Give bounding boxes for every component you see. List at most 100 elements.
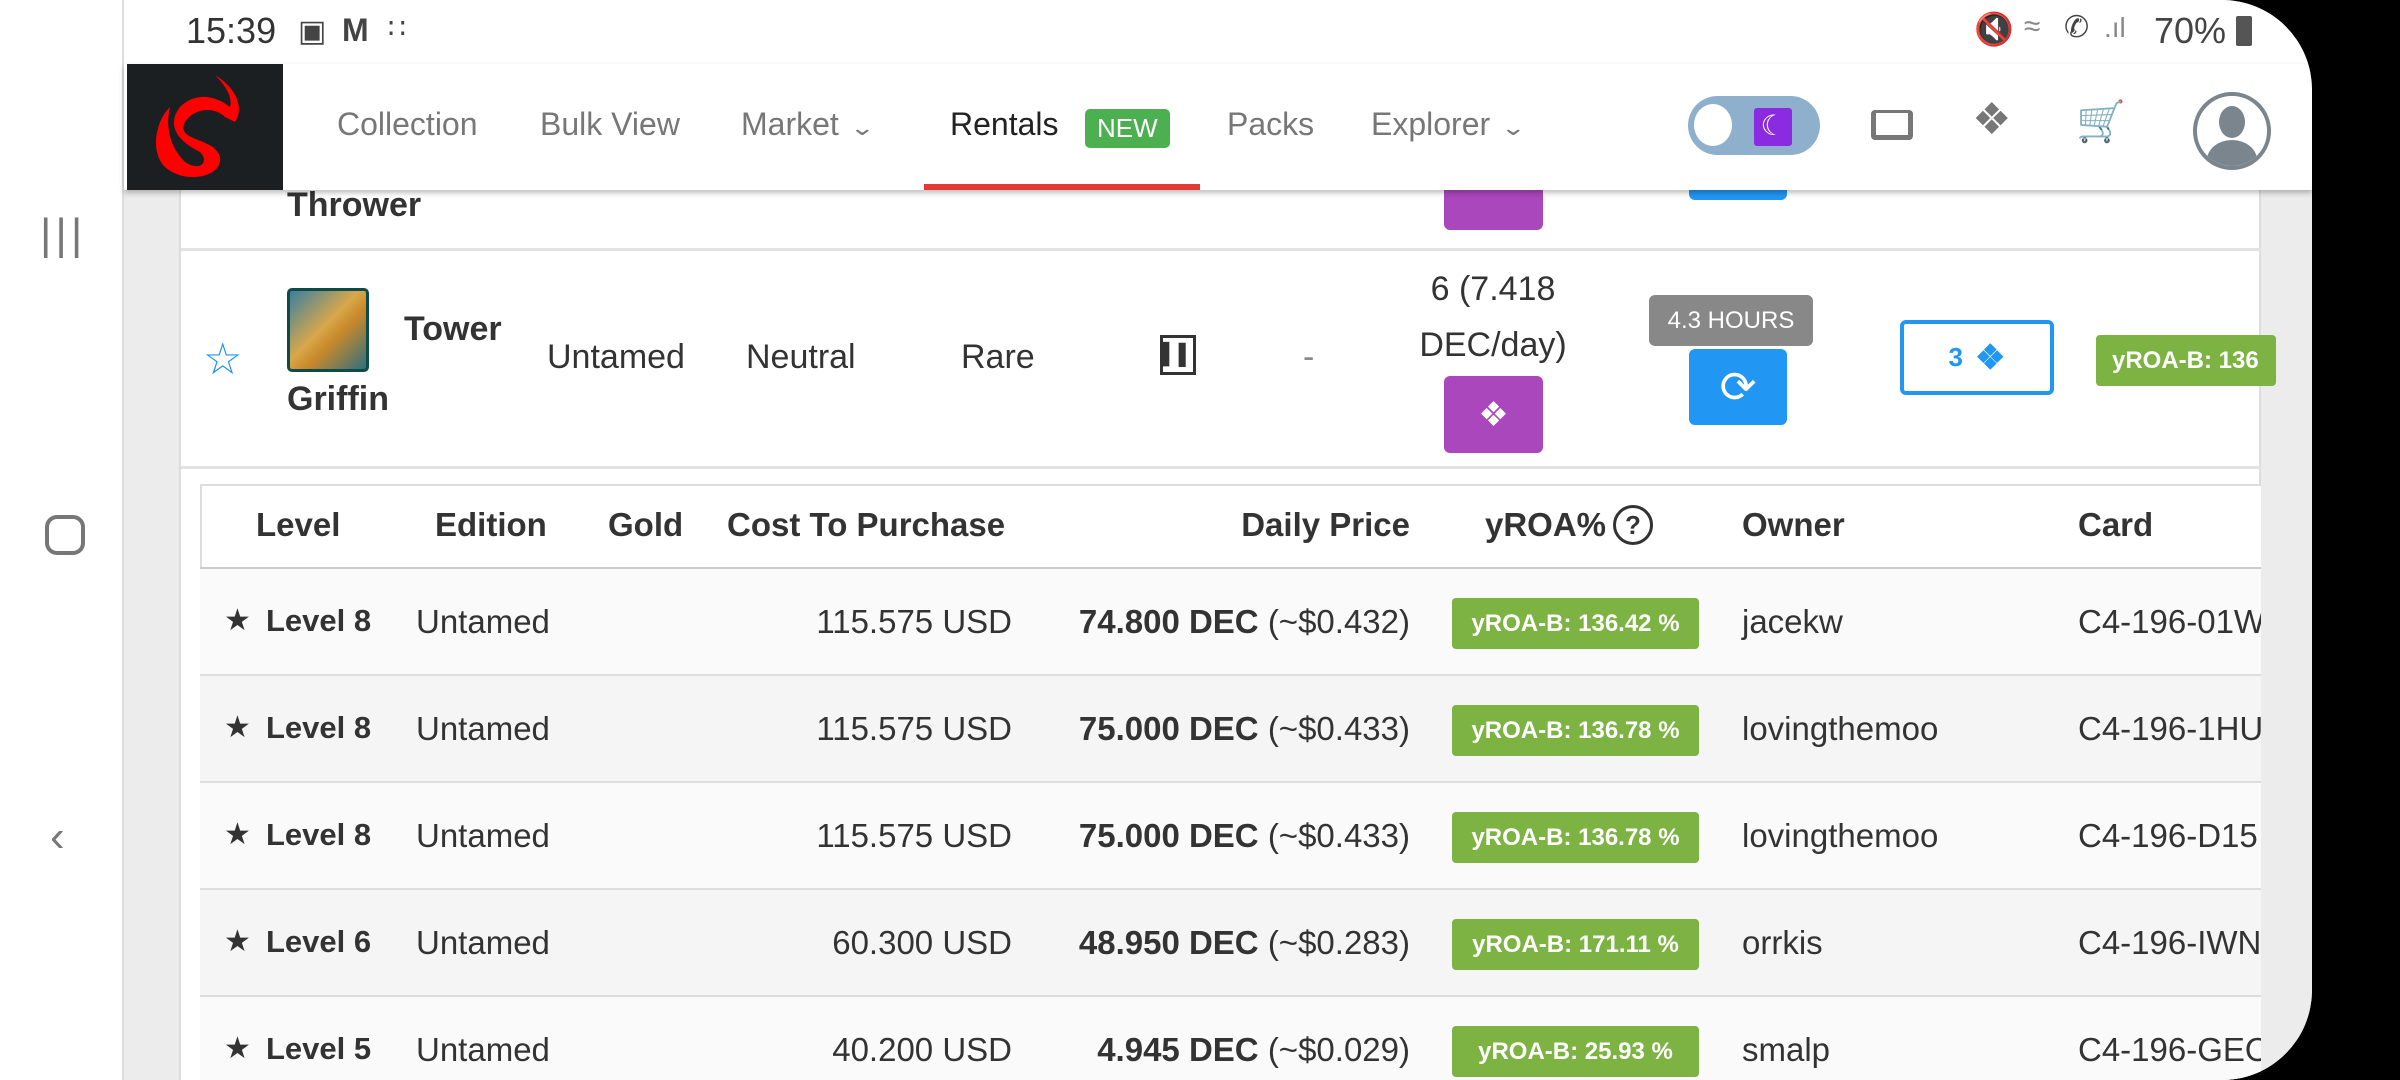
card-name-line2[interactable]: Griffin xyxy=(287,380,389,419)
chevron-down-icon: ⌄ xyxy=(849,115,875,140)
level-cell: Level 8 xyxy=(266,710,372,745)
price-dec: 48.950 DEC xyxy=(1078,924,1259,961)
level-cell: Level 8 xyxy=(266,603,372,638)
header-level[interactable]: Level xyxy=(256,506,340,544)
owner-cell[interactable]: lovingthemoo xyxy=(1742,817,1938,855)
header-yroa[interactable]: yROA% xyxy=(1485,506,1606,544)
edition-cell: Untamed xyxy=(416,924,550,961)
timer-label: 4.3 HOURS xyxy=(1649,295,1813,346)
owner-cell[interactable]: orrkis xyxy=(1742,924,1823,962)
header-gold[interactable]: Gold xyxy=(608,506,683,544)
daily-price-cell: 74.800 DEC (~$0.432) xyxy=(900,603,1410,641)
owner-cell[interactable]: lovingthemoo xyxy=(1742,710,1938,748)
avatar-head xyxy=(2219,106,2245,138)
wifi-call-icon: ✆ xyxy=(2064,11,2090,44)
table-row[interactable]: ★ Level 8 Untamed 115.575 USD 75.000 DEC (~$… xyxy=(200,676,2261,783)
table-row[interactable]: ★ Level 8 Untamed 115.575 USD 75.000 DEC (~$… xyxy=(200,783,2261,890)
header-daily-price[interactable]: Daily Price xyxy=(1110,506,1410,544)
price-usd: (~$0.432) xyxy=(1267,603,1410,640)
edition-cell: Untamed xyxy=(416,817,550,854)
home-icon[interactable] xyxy=(45,515,85,555)
nav-market[interactable]: Market ⌄ xyxy=(741,106,875,143)
price-dec: 75.000 DEC xyxy=(1078,710,1259,747)
refresh-button[interactable]: ⟳ xyxy=(1689,349,1787,425)
wifi-icon: ≈ xyxy=(2024,10,2041,43)
phone-screen: ||| ‹ 15:39 ▣ M ∷ 🔇 ≈ ✆ .ıl 70% Thrower … xyxy=(0,0,2312,1080)
card-id-cell[interactable]: C4-196-D15 xyxy=(2078,817,2261,855)
avatar-body xyxy=(2207,140,2257,166)
prev-card-name: Thrower xyxy=(287,186,422,224)
divider xyxy=(181,466,2261,469)
card-id-cell[interactable]: C4-196-1HU xyxy=(2078,710,2261,748)
card-id-cell[interactable]: C4-196-GEO xyxy=(2078,1031,2261,1069)
recent-apps-icon[interactable]: ||| xyxy=(40,210,86,260)
refresh-icon: ⟳ xyxy=(1719,362,1757,412)
help-icon[interactable]: ? xyxy=(1613,505,1653,545)
yroa-badge: yROA-B: 136.78 % xyxy=(1452,705,1699,756)
header-cost[interactable]: Cost To Purchase xyxy=(727,506,1005,544)
price-usd: (~$0.029) xyxy=(1267,1031,1410,1068)
yroa-badge: yROA-B: 25.93 % xyxy=(1452,1026,1699,1077)
star-icon: ★ xyxy=(224,818,251,851)
header-card[interactable]: Card xyxy=(2078,506,2153,544)
dragon-logo-icon xyxy=(155,75,239,178)
owned-count: 3 xyxy=(1948,342,1963,372)
header-owner[interactable]: Owner xyxy=(1742,506,1845,544)
header-edition[interactable]: Edition xyxy=(435,506,547,544)
card-edition: Untamed xyxy=(547,338,685,376)
nav-bulk-view[interactable]: Bulk View xyxy=(540,106,680,143)
owner-cell[interactable]: jacekw xyxy=(1742,603,1843,641)
nav-collection[interactable]: Collection xyxy=(337,106,478,143)
star-icon: ★ xyxy=(224,604,251,637)
rent-rate-line2: DEC/day) xyxy=(1419,326,1567,364)
back-icon[interactable]: ‹ xyxy=(50,812,65,862)
battery-icon xyxy=(2236,16,2252,46)
price-dec: 4.945 DEC xyxy=(1097,1031,1259,1068)
daily-price-cell: 75.000 DEC (~$0.433) xyxy=(900,710,1410,748)
edition-cell: Untamed xyxy=(416,1031,550,1068)
table-row[interactable]: ★ Level 6 Untamed 60.300 USD 48.950 DEC (~$0… xyxy=(200,890,2261,997)
layers-icon: ❖ xyxy=(1478,395,1509,434)
logo[interactable] xyxy=(127,64,283,190)
nav-market-label: Market xyxy=(741,106,839,142)
rent-rate-line1: 6 (7.418 xyxy=(1430,270,1556,308)
card-id-cell[interactable]: C4-196-01W xyxy=(2078,603,2261,641)
edition-cell: Untamed xyxy=(416,710,550,747)
favorite-star-icon[interactable]: ☆ xyxy=(203,334,242,385)
card-image[interactable] xyxy=(287,288,369,372)
star-icon: ★ xyxy=(224,711,251,744)
owned-cards-button[interactable]: 3 ❖ xyxy=(1900,320,2054,395)
layers-icon[interactable]: ❖ xyxy=(1972,94,2011,145)
nav-rentals[interactable]: Rentals xyxy=(950,106,1059,143)
yroa-badge: yROA-B: 136 xyxy=(2096,335,2276,386)
system-nav-bar: ||| ‹ xyxy=(0,0,124,1080)
star-icon: ★ xyxy=(224,1032,251,1065)
card-id-cell[interactable]: C4-196-IWN xyxy=(2078,924,2261,962)
active-tab-indicator xyxy=(924,184,1200,190)
yroa-badge: yROA-B: 136.78 % xyxy=(1452,812,1699,863)
chevron-down-icon: ⌄ xyxy=(1500,115,1527,140)
price-usd: (~$0.433) xyxy=(1267,817,1410,854)
mute-icon: 🔇 xyxy=(1974,11,2014,47)
gmail-icon: M xyxy=(342,12,369,48)
chart-icon[interactable]: ▍▌ xyxy=(1160,335,1196,375)
nav-packs[interactable]: Packs xyxy=(1227,106,1314,143)
card-dash: - xyxy=(1303,338,1315,376)
inbox-icon[interactable] xyxy=(1871,110,1913,140)
level-cell: Level 5 xyxy=(266,1031,372,1066)
nav-explorer-label: Explorer xyxy=(1371,106,1491,142)
table-row[interactable]: ★ Level 8 Untamed 115.575 USD 74.800 DEC (~$… xyxy=(200,569,2261,676)
dark-mode-toggle[interactable]: ☾ xyxy=(1688,96,1820,155)
owner-cell[interactable]: smalp xyxy=(1742,1031,1830,1069)
rent-button[interactable]: ❖ xyxy=(1444,376,1543,453)
new-badge: NEW xyxy=(1085,109,1170,148)
avatar[interactable] xyxy=(2193,92,2271,170)
card-element: Neutral xyxy=(746,338,856,376)
cart-icon[interactable]: 🛒 xyxy=(2076,98,2126,145)
nav-explorer[interactable]: Explorer ⌄ xyxy=(1371,106,1527,143)
download-icon: ∷ xyxy=(388,13,406,44)
card-name-line1[interactable]: Tower xyxy=(404,310,502,349)
yroa-badge: yROA-B: 171.11 % xyxy=(1452,919,1699,970)
price-dec: 74.800 DEC xyxy=(1078,603,1259,640)
table-row[interactable]: ★ Level 5 Untamed 40.200 USD 4.945 DEC (~$0.… xyxy=(200,997,2261,1080)
